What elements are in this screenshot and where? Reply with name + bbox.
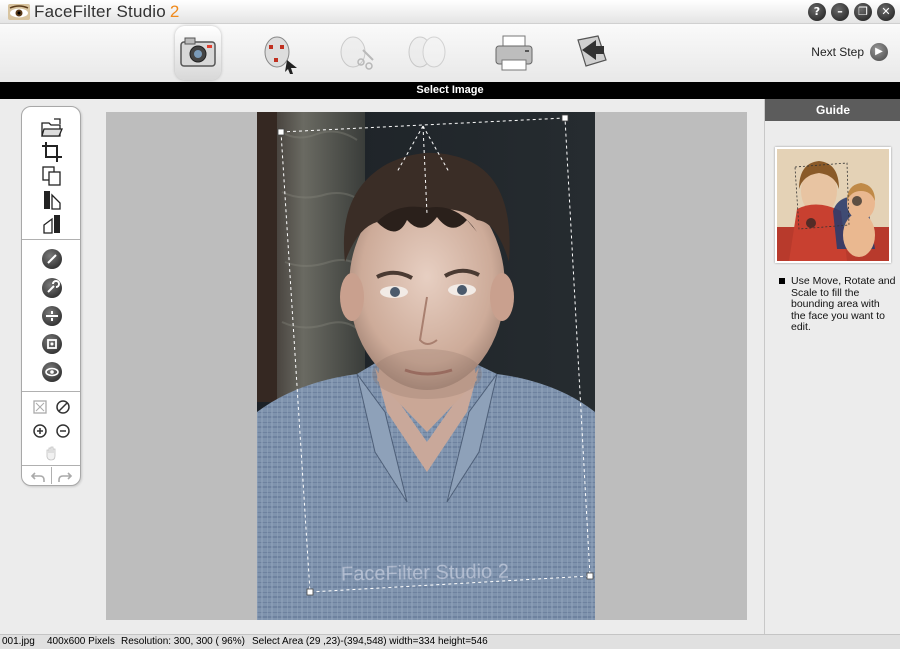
hand-icon[interactable] — [43, 445, 59, 461]
guide-instruction: Use Move, Rotate and Scale to fill the b… — [779, 275, 897, 334]
status-select-area: Select Area (29 ,23)-(394,548) width=334… — [252, 636, 488, 647]
next-step-button[interactable]: Next Step ▶ — [811, 42, 888, 62]
eye-icon[interactable] — [42, 362, 62, 382]
app-version: 2 — [169, 2, 180, 21]
close-button[interactable]: ✕ — [877, 3, 895, 21]
contrast-icon[interactable] — [42, 249, 62, 269]
redo-icon[interactable] — [57, 469, 73, 485]
zoom-in-icon[interactable] — [32, 423, 48, 439]
face-compare-icon[interactable] — [404, 30, 450, 76]
app-title: FaceFilter Studio 2 — [34, 2, 180, 22]
status-bar: 001.jpg 400x600 Pixels Resolution: 300, … — [0, 634, 900, 649]
history-divider — [51, 467, 52, 484]
printer-icon[interactable] — [491, 30, 537, 76]
wrench-icon[interactable] — [42, 278, 62, 298]
app-window: FaceFilter Studio 2 ? – ❐ ✕ Next Step ▶ … — [0, 0, 900, 649]
step-title-bar: Select Image — [0, 82, 900, 99]
flip-vertical-icon[interactable] — [40, 213, 64, 235]
palette-divider — [22, 465, 80, 466]
bullet-icon — [779, 278, 785, 284]
open-folder-icon[interactable] — [40, 117, 64, 139]
app-title-text: FaceFilter Studio — [34, 2, 166, 21]
restore-button[interactable]: ❐ — [854, 3, 872, 21]
guide-header: Guide — [765, 99, 900, 121]
status-image-size: 400x600 Pixels — [47, 636, 115, 647]
minimize-button[interactable]: – — [831, 3, 849, 21]
guide-panel: Guide Use Move, Rotate and Scale to fill… — [764, 99, 900, 635]
guide-example-image — [775, 147, 891, 263]
crop-icon[interactable] — [40, 141, 64, 163]
guide-instruction-text: Use Move, Rotate and Scale to fill the b… — [791, 275, 896, 333]
fit-icon[interactable] — [32, 399, 48, 415]
watermark-text: FaceFilter Studio 2 — [340, 560, 510, 586]
palette-divider — [22, 239, 80, 240]
portrait-photo: FaceFilter Studio 2 — [257, 112, 595, 620]
next-arrow-icon: ▶ — [870, 43, 888, 61]
zoom-out-icon[interactable] — [55, 423, 71, 439]
camera-icon[interactable] — [175, 30, 221, 76]
step-toolbar — [0, 24, 900, 82]
level-icon[interactable] — [42, 306, 62, 326]
next-step-label: Next Step — [811, 45, 864, 59]
palette-divider — [22, 391, 80, 392]
image-canvas[interactable]: FaceFilter Studio 2 — [106, 112, 747, 620]
no-zoom-icon[interactable] — [55, 399, 71, 415]
status-filename: 001.jpg — [2, 636, 35, 647]
export-icon[interactable] — [568, 30, 614, 76]
copy-icon[interactable] — [40, 165, 64, 187]
portrait-image — [257, 112, 595, 620]
help-button[interactable]: ? — [808, 3, 826, 21]
title-bar: FaceFilter Studio 2 ? – ❐ ✕ — [0, 0, 900, 24]
flip-horizontal-icon[interactable] — [40, 189, 64, 211]
face-points-icon[interactable] — [257, 30, 303, 76]
face-edit-icon[interactable] — [333, 30, 379, 76]
undo-icon[interactable] — [30, 469, 46, 485]
status-resolution: Resolution: 300, 300 ( 96%) — [121, 636, 245, 647]
eye-logo-icon — [8, 4, 30, 20]
frame-icon[interactable] — [42, 334, 62, 354]
tool-palette — [21, 106, 81, 486]
